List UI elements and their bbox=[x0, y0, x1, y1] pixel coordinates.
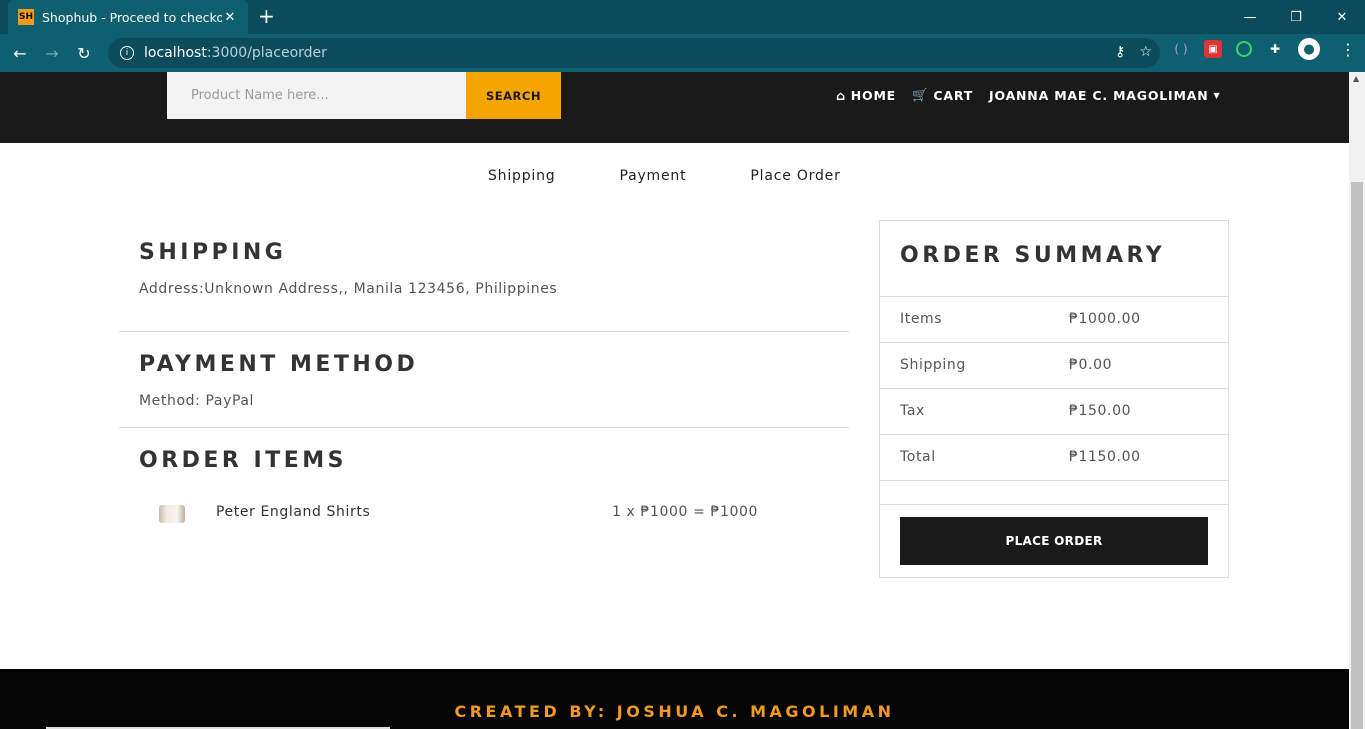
summary-row-total: Total ₱1150.00 bbox=[880, 434, 1228, 480]
page-scrollbar[interactable]: ▲ bbox=[1349, 72, 1365, 729]
shipping-section: SHIPPING Address:Unknown Address,, Manil… bbox=[119, 240, 849, 332]
cart-icon: 🛒 bbox=[912, 87, 929, 102]
nav-home-label: HOME bbox=[850, 87, 897, 103]
caret-down-icon: ▼ bbox=[1213, 90, 1221, 100]
place-order-button[interactable]: PLACE ORDER bbox=[900, 517, 1208, 565]
payment-section: PAYMENT METHOD Method: PayPal bbox=[119, 352, 849, 428]
nav-cart-label: CART bbox=[933, 87, 974, 103]
search-button[interactable]: SEARCH bbox=[466, 72, 561, 119]
payment-title: PAYMENT METHOD bbox=[139, 352, 419, 377]
url-path: :3000/placeorder bbox=[206, 45, 327, 61]
product-price-calc: 1 x ₱1000 = ₱1000 bbox=[612, 504, 758, 520]
puzzle-icon[interactable]: ✚ bbox=[1266, 40, 1284, 58]
summary-value: ₱1000.00 bbox=[1069, 311, 1141, 327]
product-thumbnail bbox=[159, 505, 185, 523]
home-icon: ⌂ bbox=[836, 87, 846, 103]
summary-row-tax: Tax ₱150.00 bbox=[880, 388, 1228, 434]
summary-label: Items bbox=[900, 311, 943, 327]
shipping-address: Address:Unknown Address,, Manila 123456,… bbox=[139, 281, 558, 297]
summary-label: Total bbox=[900, 449, 936, 465]
site-info-icon[interactable]: i bbox=[120, 46, 134, 60]
site-header: SEARCH ⌂ HOME 🛒 CART JOANNA MAE C. MAGOL… bbox=[0, 72, 1349, 143]
browser-toolbar: ← → ↻ i localhost:3000/placeorder ⚷ ☆ bbox=[0, 34, 1365, 72]
url-host: localhost bbox=[144, 45, 207, 61]
address-bar[interactable]: i localhost:3000/placeorder ⚷ ☆ bbox=[108, 38, 1160, 68]
summary-value: ₱0.00 bbox=[1069, 357, 1113, 373]
step-place-order[interactable]: Place Order bbox=[750, 168, 840, 184]
extension-brackets-icon[interactable]: ( ) bbox=[1172, 40, 1190, 58]
summary-row-items: Items ₱1000.00 bbox=[880, 296, 1228, 342]
kebab-menu-icon[interactable]: ⋮ bbox=[1340, 40, 1356, 59]
summary-label: Shipping bbox=[900, 357, 966, 373]
order-summary-title: ORDER SUMMARY bbox=[900, 243, 1166, 268]
new-tab-icon[interactable]: + bbox=[258, 6, 275, 26]
checkout-steps: Shipping Payment Place Order bbox=[488, 168, 841, 184]
close-tab-icon[interactable]: ✕ bbox=[222, 10, 238, 25]
list-item: Peter England Shirts 1 x ₱1000 = ₱1000 bbox=[119, 503, 849, 525]
restore-icon[interactable]: ❐ bbox=[1273, 0, 1319, 34]
omnibox-icons: ⚷ ☆ bbox=[1115, 44, 1152, 60]
close-window-icon[interactable]: ✕ bbox=[1319, 0, 1365, 34]
shipping-title: SHIPPING bbox=[139, 240, 287, 265]
user-menu-dropdown[interactable]: JOANNA MAE C. MAGOLIMAN ▼ bbox=[989, 87, 1220, 103]
summary-row-shipping: Shipping ₱0.00 bbox=[880, 342, 1228, 388]
order-summary-card: ORDER SUMMARY Items ₱1000.00 Shipping ₱0… bbox=[879, 220, 1229, 578]
step-payment[interactable]: Payment bbox=[619, 168, 686, 184]
scroll-up-arrow-icon[interactable]: ▲ bbox=[1353, 74, 1359, 83]
main-nav: ⌂ HOME 🛒 CART JOANNA MAE C. MAGOLIMAN ▼ bbox=[836, 87, 1220, 103]
payment-method: Method: PayPal bbox=[139, 393, 255, 409]
site-footer: CREATED BY: JOSHUA C. MAGOLIMAN bbox=[0, 669, 1349, 729]
profile-avatar-icon[interactable]: ● bbox=[1298, 38, 1320, 60]
product-name-link[interactable]: Peter England Shirts bbox=[216, 504, 370, 520]
footer-credit: CREATED BY: JOSHUA C. MAGOLIMAN bbox=[454, 702, 895, 721]
minimize-icon[interactable]: — bbox=[1227, 0, 1273, 34]
summary-value: ₱1150.00 bbox=[1069, 449, 1141, 465]
key-icon[interactable]: ⚷ bbox=[1115, 44, 1125, 60]
shophub-favicon-icon: SH bbox=[18, 9, 34, 25]
extension-green-ring-icon[interactable] bbox=[1236, 41, 1252, 57]
back-arrow-icon[interactable]: ← bbox=[4, 37, 36, 69]
summary-value: ₱150.00 bbox=[1069, 403, 1132, 419]
order-items-title: ORDER ITEMS bbox=[139, 448, 347, 473]
step-shipping[interactable]: Shipping bbox=[488, 168, 555, 184]
bookmark-star-icon[interactable]: ☆ bbox=[1139, 44, 1152, 60]
window-controls: — ❐ ✕ bbox=[1227, 0, 1365, 34]
scrollbar-thumb[interactable] bbox=[1351, 182, 1363, 729]
browser-tab-bar: SH Shophub - Proceed to checkout ✕ + — ❐… bbox=[0, 0, 1365, 34]
forward-arrow-icon[interactable]: → bbox=[36, 37, 68, 69]
search-input[interactable] bbox=[167, 72, 466, 119]
nav-cart[interactable]: 🛒 CART bbox=[912, 87, 973, 103]
nav-home[interactable]: ⌂ HOME bbox=[836, 87, 896, 103]
browser-tab[interactable]: SH Shophub - Proceed to checkout ✕ bbox=[8, 0, 248, 34]
extension-red-icon[interactable]: ▣ bbox=[1204, 40, 1222, 58]
summary-label: Tax bbox=[900, 403, 925, 419]
order-items-section: ORDER ITEMS Peter England Shirts 1 x ₱10… bbox=[119, 448, 849, 523]
tab-title: Shophub - Proceed to checkout bbox=[42, 9, 222, 25]
user-name-label: JOANNA MAE C. MAGOLIMAN bbox=[989, 87, 1209, 103]
reload-icon[interactable]: ↻ bbox=[68, 37, 100, 69]
extensions-area: ( ) ▣ ✚ ● ⋮ bbox=[1172, 38, 1356, 60]
summary-empty-row bbox=[880, 480, 1228, 505]
